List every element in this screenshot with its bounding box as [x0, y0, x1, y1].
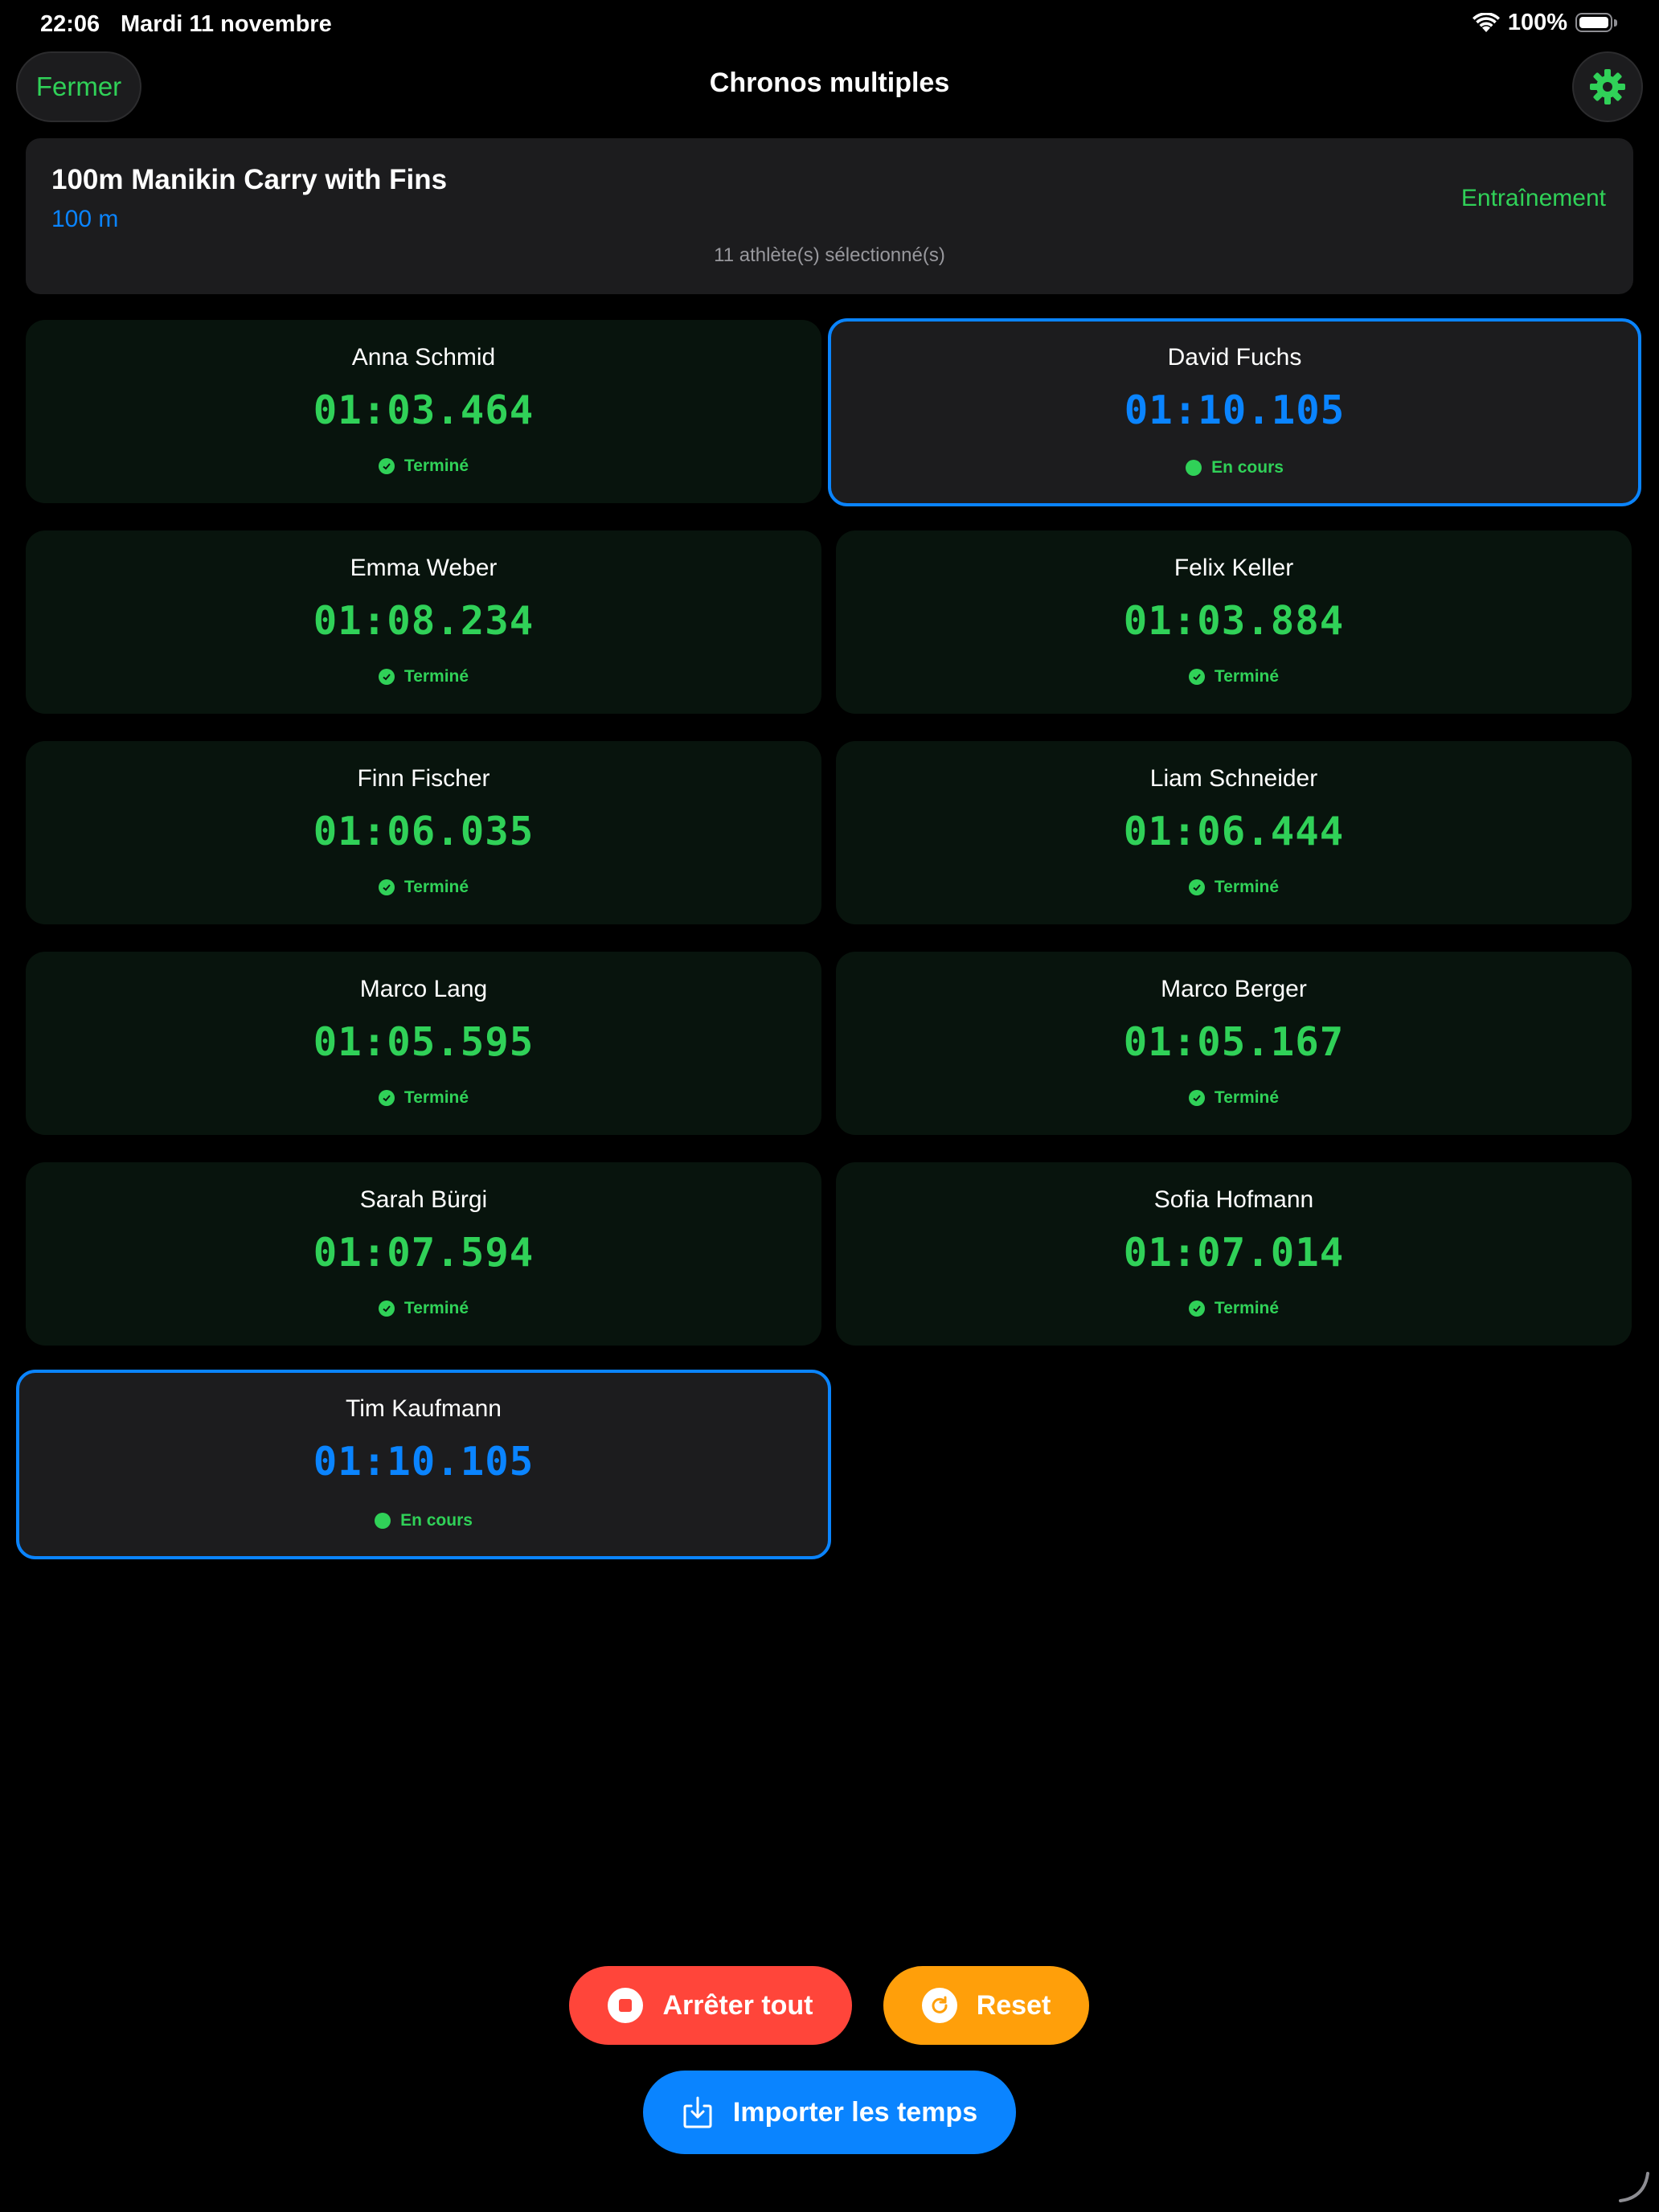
- timer-value: 01:07.014: [1123, 1230, 1345, 1276]
- timer-status-label: Terminé: [1214, 1299, 1280, 1317]
- athlete-name: Liam Schneider: [1149, 765, 1318, 792]
- reset-label: Reset: [976, 1989, 1051, 2021]
- timer-value: 01:06.035: [313, 809, 535, 854]
- status-bar: 22:06 Mardi 11 novembre 100%: [0, 0, 1659, 51]
- timer-value: 01:07.594: [313, 1230, 535, 1276]
- status-indicators: 100%: [1472, 10, 1619, 36]
- timer-card[interactable]: Marco Berger 01:05.167 Terminé: [836, 952, 1632, 1135]
- page-title: Chronos multiples: [709, 68, 950, 98]
- stop-all-button[interactable]: Arrêter tout: [569, 1966, 852, 2045]
- athlete-name: Marco Lang: [359, 976, 488, 1002]
- timer-card[interactable]: Anna Schmid 01:03.464 Terminé: [26, 320, 821, 503]
- timer-card[interactable]: Sarah Bürgi 01:07.594 Terminé: [26, 1162, 821, 1346]
- timer-status-label: Terminé: [1214, 667, 1280, 686]
- timer-status-label: En cours: [400, 1511, 473, 1530]
- timer-value: 01:10.105: [1124, 387, 1346, 433]
- athlete-name: Sofia Hofmann: [1153, 1186, 1314, 1213]
- import-icon: [683, 2096, 712, 2128]
- timer-status: Terminé: [26, 1299, 821, 1318]
- event-mode[interactable]: Entraînement: [1461, 185, 1606, 212]
- timer-value: 01:05.167: [1123, 1019, 1345, 1065]
- timer-card[interactable]: Finn Fischer 01:06.035 Terminé: [26, 741, 821, 924]
- timer-status-label: En cours: [1211, 458, 1284, 477]
- checkmark-icon: [378, 669, 395, 685]
- reset-icon: [921, 1988, 957, 2023]
- athlete-name: Emma Weber: [350, 555, 498, 581]
- timer-status-label: Terminé: [403, 1088, 469, 1107]
- timer-card[interactable]: Liam Schneider 01:06.444 Terminé: [836, 741, 1632, 924]
- timer-status-label: Terminé: [403, 878, 469, 896]
- checkmark-icon: [378, 458, 395, 474]
- athlete-name: Tim Kaufmann: [346, 1395, 502, 1422]
- timer-status: En cours: [831, 458, 1638, 477]
- timer-status: Terminé: [26, 457, 821, 476]
- import-times-button[interactable]: Importer les temps: [643, 2071, 1016, 2154]
- timer-status: Terminé: [836, 1299, 1632, 1318]
- stop-icon: [608, 1988, 644, 2023]
- timer-status: Terminé: [26, 667, 821, 686]
- athlete-name: Sarah Bürgi: [359, 1186, 488, 1213]
- checkmark-icon: [378, 879, 395, 895]
- athlete-name: Finn Fischer: [357, 765, 490, 792]
- wifi-icon: [1472, 12, 1500, 32]
- timer-status-label: Terminé: [403, 667, 469, 686]
- timer-card-running[interactable]: David Fuchs 01:10.105 En cours: [828, 318, 1641, 506]
- athlete-name: Felix Keller: [1174, 555, 1294, 581]
- timer-value: 01:03.464: [313, 387, 535, 433]
- event-distance: 100 m: [51, 206, 119, 232]
- timer-status-label: Terminé: [1214, 1088, 1280, 1107]
- timer-card[interactable]: Marco Lang 01:05.595 Terminé: [26, 952, 821, 1135]
- gear-icon: [1590, 69, 1625, 104]
- running-dot-icon: [375, 1513, 391, 1529]
- timer-card[interactable]: Sofia Hofmann 01:07.014 Terminé: [836, 1162, 1632, 1346]
- timer-value: 01:08.234: [313, 598, 535, 644]
- event-card: 100m Manikin Carry with Fins 100 m Entra…: [26, 138, 1633, 294]
- timer-status: Terminé: [836, 1088, 1632, 1108]
- timer-status: Terminé: [26, 1088, 821, 1108]
- timer-status: Terminé: [836, 667, 1632, 686]
- timer-status: Terminé: [26, 878, 821, 897]
- timer-status-label: Terminé: [403, 457, 469, 475]
- timer-value: 01:10.105: [313, 1439, 535, 1485]
- reset-button[interactable]: Reset: [883, 1966, 1089, 2045]
- timer-card-running[interactable]: Tim Kaufmann 01:10.105 En cours: [16, 1370, 831, 1559]
- checkmark-icon: [1188, 1090, 1205, 1106]
- status-time: 22:06: [40, 11, 100, 37]
- battery-percent: 100%: [1507, 10, 1567, 35]
- checkmark-icon: [1188, 669, 1205, 685]
- timer-status: Terminé: [836, 878, 1632, 897]
- timer-status-label: Terminé: [403, 1299, 469, 1317]
- import-label: Importer les temps: [732, 2096, 978, 2128]
- timer-value: 01:05.595: [313, 1019, 535, 1065]
- timer-value: 01:06.444: [1123, 809, 1345, 854]
- running-dot-icon: [1186, 460, 1202, 476]
- checkmark-icon: [378, 1090, 395, 1106]
- checkmark-icon: [1188, 879, 1205, 895]
- athlete-name: David Fuchs: [1167, 344, 1302, 371]
- athlete-name: Marco Berger: [1161, 976, 1307, 1002]
- athletes-selected-count: 11 athlète(s) sélectionné(s): [714, 244, 945, 266]
- checkmark-icon: [1188, 1301, 1205, 1317]
- timer-status: En cours: [19, 1511, 828, 1530]
- timer-card[interactable]: Emma Weber 01:08.234 Terminé: [26, 530, 821, 714]
- resize-grip-icon: [1619, 2172, 1649, 2202]
- battery-icon: [1575, 12, 1619, 34]
- timer-value: 01:03.884: [1123, 598, 1345, 644]
- checkmark-icon: [378, 1301, 395, 1317]
- stop-all-label: Arrêter tout: [662, 1989, 813, 2021]
- settings-button[interactable]: [1572, 51, 1643, 122]
- timer-card[interactable]: Felix Keller 01:03.884 Terminé: [836, 530, 1632, 714]
- athlete-name: Anna Schmid: [351, 344, 496, 371]
- status-date: Mardi 11 novembre: [121, 11, 332, 37]
- event-title: 100m Manikin Carry with Fins: [51, 164, 448, 195]
- timer-status-label: Terminé: [1214, 878, 1280, 896]
